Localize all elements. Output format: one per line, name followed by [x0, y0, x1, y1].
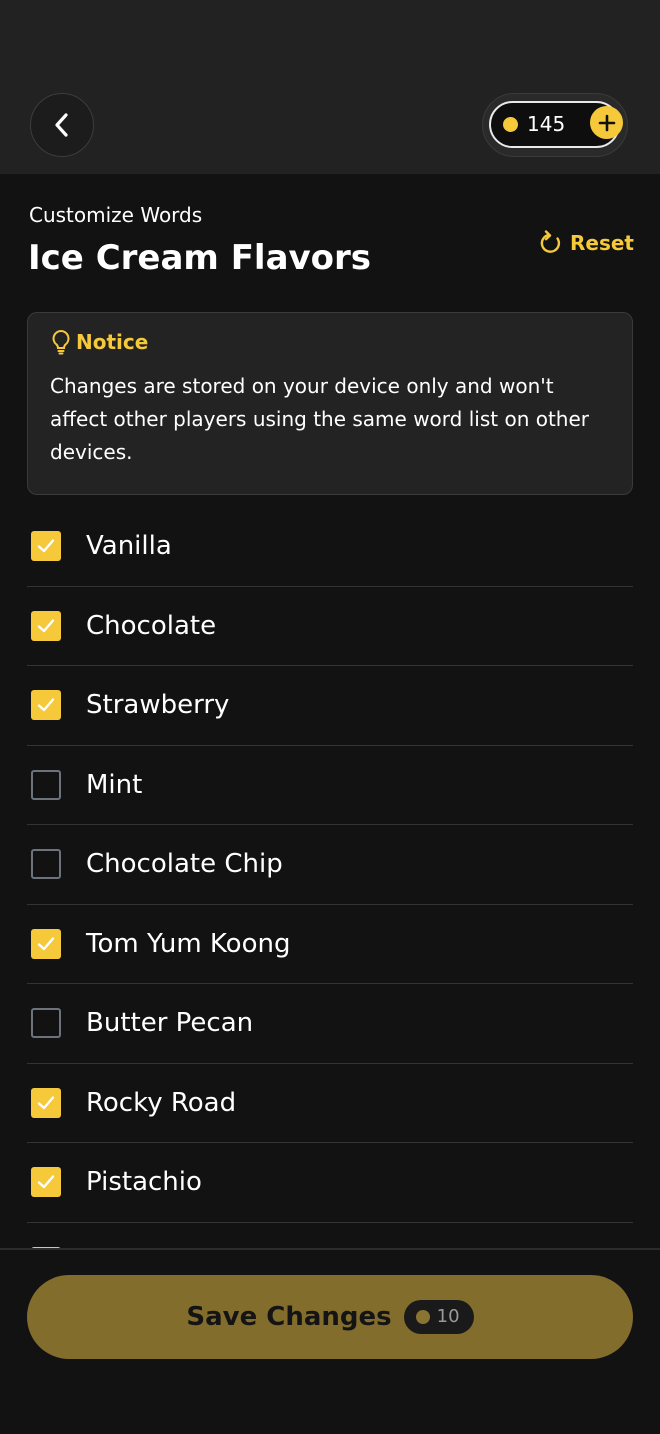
word-checkbox[interactable]	[31, 849, 61, 880]
word-row[interactable]: Chocolate	[27, 587, 633, 666]
coin-icon	[503, 117, 518, 132]
notice-title: Notice	[76, 330, 149, 354]
cost-value: 10	[436, 1306, 460, 1327]
cost-badge: 10	[403, 1300, 474, 1334]
checkmark-icon	[37, 937, 55, 950]
save-label: Save Changes	[186, 1302, 392, 1332]
word-checkbox[interactable]	[31, 1167, 61, 1198]
lightbulb-icon	[52, 329, 70, 355]
word-list: Vanilla Chocolate Strawberry Mint Chocol…	[27, 507, 633, 1248]
word-label: Strawberry	[86, 690, 230, 721]
back-button[interactable]	[30, 93, 94, 157]
top-bar: 145	[0, 0, 660, 174]
coin-icon	[415, 1310, 430, 1324]
checkmark-icon	[37, 1175, 55, 1189]
refresh-icon	[540, 230, 561, 253]
word-row[interactable]: Chocolate Chip	[27, 825, 633, 905]
coin-balance: 145	[482, 93, 628, 157]
word-row[interactable]: Strawberry	[27, 666, 633, 746]
word-checkbox[interactable]	[31, 610, 61, 641]
word-row[interactable]	[27, 1223, 633, 1248]
word-checkbox[interactable]	[31, 690, 61, 721]
word-label: Tom Yum Koong	[86, 928, 291, 959]
word-row[interactable]: Pistachio	[27, 1143, 633, 1223]
reset-label: Reset	[570, 231, 634, 255]
word-row[interactable]: Vanilla	[27, 507, 633, 587]
footer-divider	[0, 1248, 660, 1250]
page-subtitle: Customize Words	[29, 203, 203, 227]
word-label: Chocolate Chip	[86, 849, 283, 880]
notice-header: Notice	[50, 329, 148, 355]
word-label: Rocky Road	[86, 1087, 237, 1118]
word-label: Butter Pecan	[86, 1008, 254, 1039]
chevron-left-icon	[55, 113, 68, 137]
word-label: Mint	[86, 769, 143, 800]
notice-text: Changes are stored on your device only a…	[50, 374, 590, 464]
word-row[interactable]: Tom Yum Koong	[27, 905, 633, 984]
word-checkbox[interactable]	[31, 928, 61, 959]
word-row[interactable]: Butter Pecan	[27, 984, 633, 1064]
word-row[interactable]: Rocky Road	[27, 1064, 633, 1143]
word-checkbox[interactable]	[31, 769, 61, 800]
coin-count: 145	[527, 112, 566, 136]
plus-icon	[598, 114, 615, 131]
word-checkbox[interactable]	[31, 1087, 61, 1118]
word-row[interactable]: Mint	[27, 746, 633, 825]
word-checkbox[interactable]	[31, 1008, 61, 1039]
reset-button[interactable]: Reset	[538, 230, 634, 256]
add-coins-button[interactable]	[590, 106, 623, 139]
word-checkbox[interactable]	[31, 531, 61, 562]
word-label: Pistachio	[86, 1167, 202, 1198]
checkmark-icon	[37, 1096, 55, 1109]
checkmark-icon	[37, 619, 55, 632]
notice-card: Notice Changes are stored on your device…	[27, 312, 633, 495]
word-label: Vanilla	[86, 531, 172, 562]
coin-pill: 145	[489, 101, 623, 148]
checkmark-icon	[37, 698, 55, 712]
save-changes-button[interactable]: Save Changes 10	[27, 1275, 633, 1359]
page-title: Ice Cream Flavors	[28, 238, 372, 278]
word-label: Chocolate	[86, 610, 217, 641]
checkmark-icon	[37, 539, 55, 553]
